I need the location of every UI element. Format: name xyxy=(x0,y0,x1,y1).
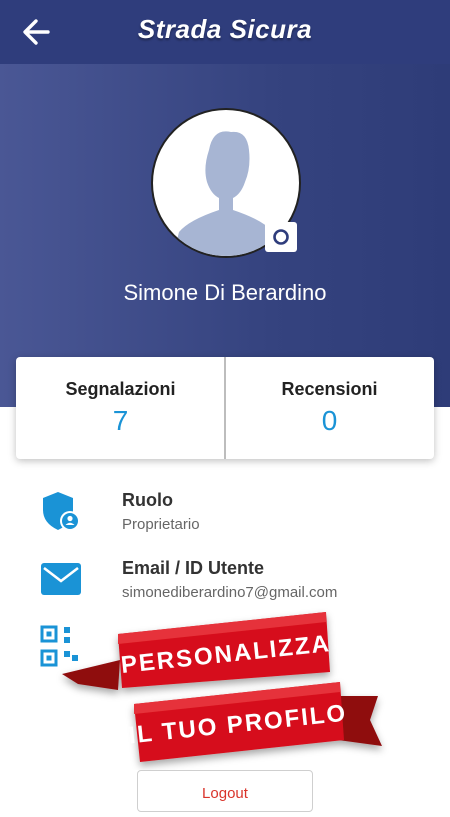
shield-user-icon xyxy=(43,492,80,531)
promo-banner: PERSONALIZZA IL TUO PROFILO xyxy=(62,612,382,762)
app-bar: Strada Sicura xyxy=(0,0,450,65)
app-title: Strada Sicura xyxy=(137,14,313,44)
stat-value: 7 xyxy=(112,405,129,436)
camera-icon[interactable] xyxy=(265,222,297,252)
stat-reports[interactable]: Segnalazioni 7 xyxy=(16,357,225,459)
stat-value: 0 xyxy=(321,405,338,436)
stat-label: Segnalazioni xyxy=(65,379,176,399)
stats-card: Segnalazioni 7 Recensioni 0 xyxy=(16,357,434,459)
logout-button[interactable]: Logout xyxy=(137,770,313,812)
email-title: Email / ID Utente xyxy=(122,558,265,578)
role-title: Ruolo xyxy=(122,490,173,510)
stat-reviews[interactable]: Recensioni 0 xyxy=(225,357,434,459)
mail-icon xyxy=(41,563,81,595)
profile-name: Simone Di Berardino xyxy=(123,280,327,305)
role-value: Proprietario xyxy=(122,516,200,533)
stat-label: Recensioni xyxy=(281,379,378,399)
email-value: simonediberardino7@gmail.com xyxy=(122,584,338,601)
